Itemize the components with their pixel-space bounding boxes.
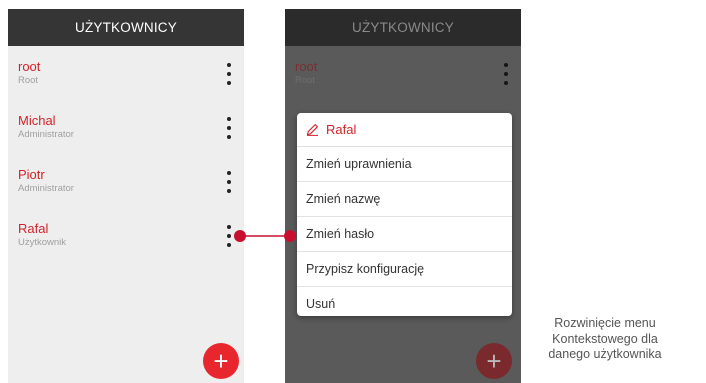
- caption-line: Rozwinięcie menu: [554, 316, 656, 330]
- callout-dot: [234, 230, 246, 242]
- callout-dot: [284, 230, 296, 242]
- caption-line: danego użytkownika: [548, 347, 662, 361]
- caption: Rozwinięcie menu Kontekstowego dla daneg…: [522, 316, 688, 363]
- caption-line: Kontekstowego dla: [552, 331, 658, 346]
